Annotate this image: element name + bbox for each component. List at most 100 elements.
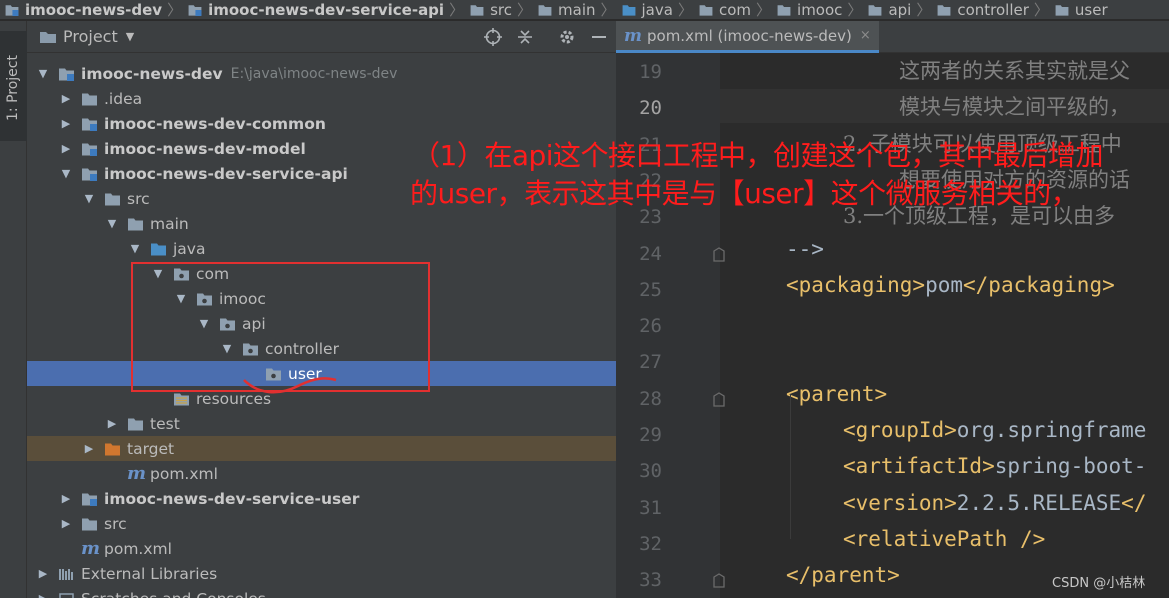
tree-item-scratches-and-consoles[interactable]: ▶ Scratches and Consoles (27, 586, 616, 598)
chevron-right-icon[interactable]: ▶ (60, 492, 72, 505)
breadcrumb-separator-icon: 〉 (517, 1, 533, 19)
breadcrumb-item[interactable]: java (617, 0, 677, 19)
module-folder-icon (82, 168, 97, 181)
breadcrumb-item[interactable]: imooc-news-dev (0, 0, 166, 19)
tree-item-imooc-news-dev-common[interactable]: ▶ imooc-news-dev-common (27, 111, 616, 136)
xml-tag-token: <packaging> (786, 272, 926, 297)
line-number: 31 (639, 496, 662, 519)
folder-icon (538, 4, 552, 16)
chevron-down-icon[interactable]: ▼ (37, 67, 49, 80)
folder-icon (937, 4, 951, 16)
code-line: <artifactId>spring-boot- (843, 454, 1146, 478)
xml-text-token: 2.2.5.RELEASE (956, 490, 1122, 515)
project-panel-header: Project ▼ (27, 21, 616, 53)
editor-tab-bar: m pom.xml (imooc-news-dev) × (616, 21, 1169, 53)
tree-item-path: E:\java\imooc-news-dev (230, 65, 398, 82)
line-number: 20 (639, 97, 662, 120)
chevron-down-icon[interactable]: ▼ (83, 192, 95, 205)
tree-item-main[interactable]: ▼ main (27, 211, 616, 236)
annotation-underline (243, 377, 337, 394)
tab-pom-xml[interactable]: m pom.xml (imooc-news-dev) × (616, 21, 879, 53)
line-number: 19 (639, 61, 662, 83)
breadcrumb-item[interactable]: main (533, 0, 599, 19)
gear-icon[interactable] (557, 27, 577, 47)
maven-icon: m (81, 538, 101, 559)
tree-item-label: java (173, 239, 206, 258)
breadcrumb-label: imooc (797, 0, 843, 19)
tree-item-label: test (150, 414, 180, 433)
breadcrumb-separator-icon: 〉 (449, 1, 465, 19)
breadcrumb-item[interactable]: api (863, 0, 915, 19)
code-line: 模块与模块之间平级的， (899, 91, 1130, 121)
chevron-right-icon[interactable]: ▶ (60, 142, 72, 155)
tree-item-label: imooc-news-dev-service-user (104, 489, 360, 508)
xml-tag-token: </parent> (786, 563, 900, 588)
close-icon[interactable]: × (860, 28, 871, 43)
breadcrumb-item[interactable]: src (465, 0, 516, 19)
chevron-right-icon[interactable]: ▶ (37, 567, 49, 580)
breadcrumb-separator-icon: 〉 (756, 1, 772, 19)
code-line: --> (786, 237, 824, 261)
tree-item-target[interactable]: ▶ target (27, 436, 616, 461)
fold-marker-icon[interactable] (712, 573, 726, 589)
locate-target-icon[interactable] (483, 27, 503, 47)
line-number: 30 (639, 460, 662, 483)
chevron-right-icon[interactable]: ▶ (83, 442, 95, 455)
chevron-right-icon[interactable]: ▶ (37, 592, 49, 598)
tree-item-imooc-news-dev[interactable]: ▼ imooc-news-dev E:\java\imooc-news-dev (27, 61, 616, 86)
line-number: 28 (639, 387, 662, 410)
breadcrumb-separator-icon: 〉 (600, 1, 616, 19)
module-folder-icon (82, 493, 97, 506)
chevron-right-icon[interactable]: ▶ (60, 517, 72, 530)
fold-marker-icon[interactable] (712, 246, 726, 263)
tree-item--idea[interactable]: ▶ .idea (27, 86, 616, 111)
tree-item-src[interactable]: ▶ src (27, 511, 616, 536)
tree-item-label: imooc-news-dev-service-api (104, 164, 348, 183)
tree-item-pom-xml[interactable]: ▶mpom.xml (27, 461, 616, 486)
tree-item-java[interactable]: ▼ java (27, 236, 616, 261)
scratches-icon (59, 592, 74, 598)
folder-icon (699, 4, 713, 16)
tree-item-label: main (150, 214, 189, 233)
chevron-right-icon[interactable]: ▶ (60, 117, 72, 130)
code-line: <parent> (786, 382, 887, 406)
code-line: <groupId>org.springframe (843, 418, 1146, 442)
chevron-down-icon[interactable]: ▼ (60, 167, 72, 180)
line-number: 29 (639, 424, 662, 446)
maven-icon: m (127, 463, 147, 484)
breadcrumb-item[interactable]: controller (932, 0, 1033, 19)
chevron-down-icon[interactable]: ▼ (129, 242, 141, 255)
project-tool-tab[interactable]: 1: Project (0, 31, 27, 141)
breadcrumb-item[interactable]: com (694, 0, 755, 19)
project-panel-title[interactable]: Project (63, 27, 118, 46)
breadcrumb-separator-icon: 〉 (1033, 1, 1049, 19)
folder-icon (105, 193, 120, 205)
tree-item-label: src (127, 189, 150, 208)
line-number: 33 (639, 569, 662, 592)
annotation-text-line1: （1）在api这个接口工程中，创建这个包，其中最后增加 (412, 139, 1104, 172)
tree-item-external-libraries[interactable]: ▶ External Libraries (27, 561, 616, 586)
breadcrumb-separator-icon: 〉 (167, 1, 183, 19)
code-line: <relativePath /> (843, 527, 1045, 551)
chevron-right-icon[interactable]: ▶ (106, 417, 118, 430)
breadcrumb-item[interactable]: imooc (772, 0, 846, 19)
breadcrumb-item[interactable]: user (1050, 0, 1112, 19)
line-number: 26 (639, 315, 662, 338)
tree-item-label: pom.xml (104, 539, 172, 558)
fold-marker-icon[interactable] (712, 391, 726, 408)
resources-folder-icon (174, 393, 189, 405)
line-number: 24 (639, 242, 662, 265)
tree-item-imooc-news-dev-service-user[interactable]: ▶ imooc-news-dev-service-user (27, 486, 616, 511)
tree-item-label: target (127, 439, 175, 458)
chevron-down-icon[interactable]: ▼ (126, 30, 134, 43)
minimize-icon[interactable] (589, 27, 609, 47)
chevron-right-icon[interactable]: ▶ (60, 92, 72, 105)
chevron-down-icon[interactable]: ▼ (106, 217, 118, 230)
tree-item-test[interactable]: ▶ test (27, 411, 616, 436)
tree-item-pom-xml[interactable]: ▶mpom.xml (27, 536, 616, 561)
breadcrumb-label: imooc-news-dev (25, 0, 163, 19)
breadcrumb-item[interactable]: imooc-news-dev-service-api (183, 0, 448, 19)
collapse-all-icon[interactable] (515, 27, 535, 47)
line-number: 27 (639, 351, 662, 374)
module-folder-icon (82, 118, 97, 131)
